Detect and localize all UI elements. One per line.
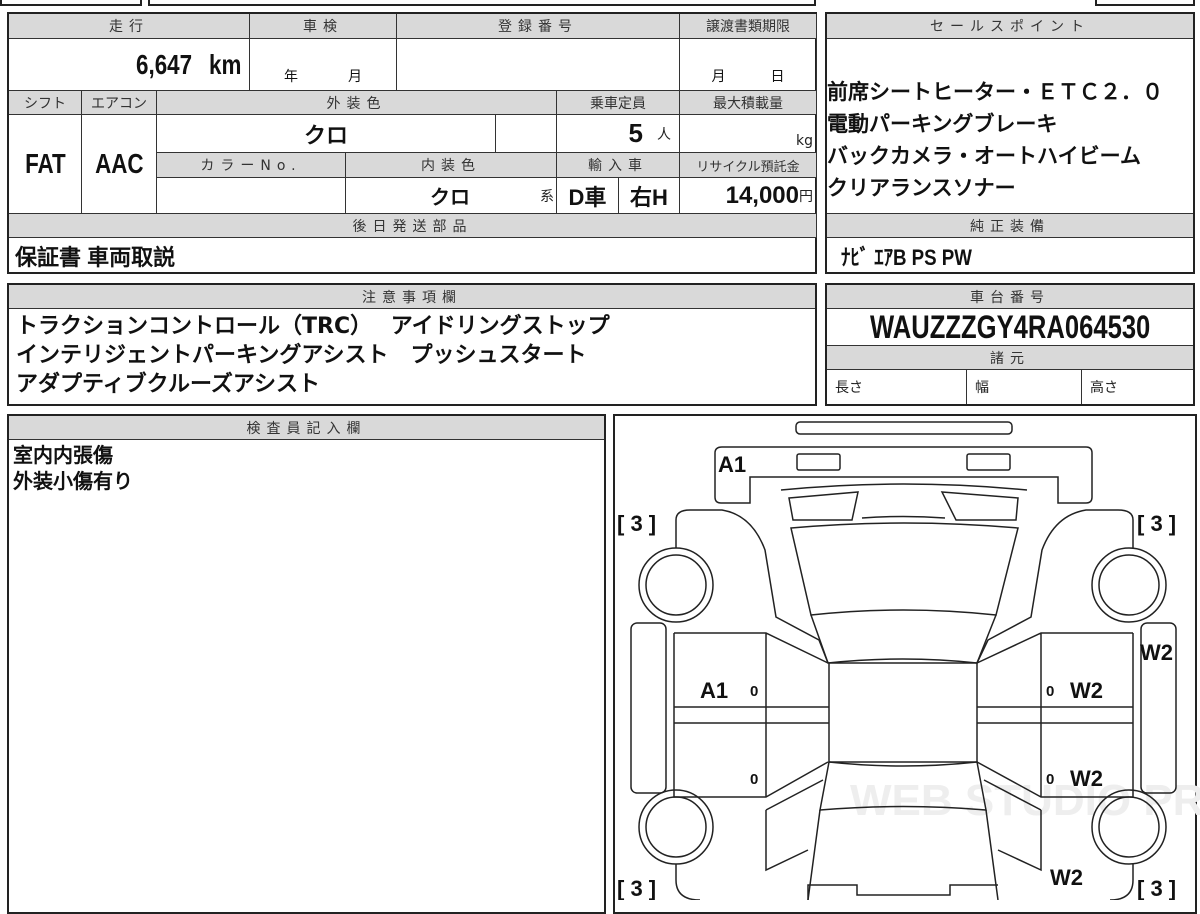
grille-shape bbox=[796, 453, 841, 471]
wheel-front-right bbox=[1098, 554, 1160, 616]
damage-label-right-front-door: W2 bbox=[1070, 678, 1103, 703]
wheel-front-left bbox=[638, 547, 714, 623]
door-count-label: 0 bbox=[750, 683, 758, 700]
right-front-fender-shape bbox=[976, 509, 1134, 664]
left-skirt-shape bbox=[630, 622, 667, 794]
damage-label-right-rear-door: W2 bbox=[1070, 766, 1103, 791]
damage-label-front-bumper: A1 bbox=[718, 452, 746, 477]
roof-shape bbox=[828, 662, 978, 763]
tire-label-rear-left: [ 3 ] bbox=[617, 876, 656, 900]
damage-label-left-front-door: A1 bbox=[700, 678, 728, 703]
tire-label-rear-right: [ 3 ] bbox=[1137, 876, 1176, 900]
damage-label-right-rear-quarter: W2 bbox=[1050, 865, 1083, 890]
damage-label-right-skirt: W2 bbox=[1140, 640, 1173, 665]
wheel-front-right bbox=[1091, 547, 1167, 623]
wheel-rear-left bbox=[645, 796, 707, 858]
wheel-rear-left bbox=[638, 789, 714, 865]
hood-edge-shape bbox=[780, 483, 1028, 491]
watermark: WEB STUDIO PRO bbox=[850, 776, 1200, 825]
tire-label-front-right: [ 3 ] bbox=[1137, 511, 1176, 536]
door-count-label: 0 bbox=[750, 771, 758, 788]
door-count-label: 0 bbox=[1046, 683, 1054, 700]
tire-label-front-left: [ 3 ] bbox=[617, 511, 656, 536]
roof-front-shape bbox=[810, 614, 997, 664]
car-diagram: WEB STUDIO PRO A1 A1 W2 W2 W2 W2 [ 3 ] [… bbox=[617, 421, 1200, 900]
door-count-label: 0 bbox=[1046, 771, 1054, 788]
grille-shape bbox=[966, 453, 1011, 471]
front-panel-shape bbox=[714, 446, 1093, 504]
rear-bumper-shape bbox=[807, 884, 998, 900]
right-doors-shape bbox=[976, 632, 1134, 798]
headlight-shape bbox=[788, 491, 1019, 521]
front-bumper-shape bbox=[795, 421, 1013, 435]
windshield-shape bbox=[790, 522, 1019, 616]
wheel-front-left bbox=[645, 554, 707, 616]
